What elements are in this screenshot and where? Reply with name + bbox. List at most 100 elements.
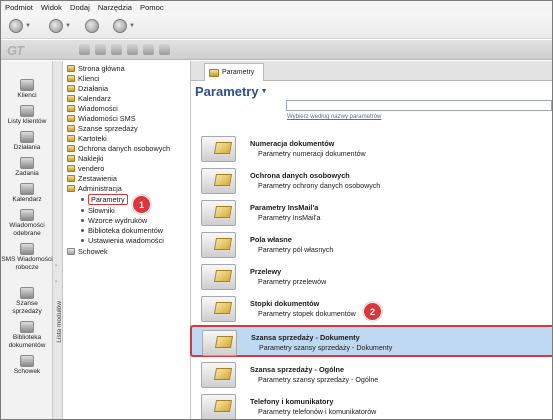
page-title-text: Parametry (195, 84, 259, 99)
quicknav-zadania[interactable]: Zadania (1, 157, 53, 178)
pencil-icon[interactable] (159, 44, 170, 55)
tree-subitem-parametry[interactable]: Parametry (81, 194, 128, 205)
group-icon[interactable] (127, 44, 138, 55)
tree-item-label: Ochrona danych osobowych (78, 144, 171, 153)
check-icon[interactable] (143, 44, 154, 55)
folder-icon (67, 145, 75, 152)
folder-icon (67, 65, 75, 72)
quicknav-kalendarz[interactable]: Kalendarz (1, 183, 53, 204)
new-button[interactable]: ▼ (9, 18, 31, 34)
quicknav-schowek[interactable]: Schowek (1, 355, 53, 376)
tree-item[interactable]: Strona główna (67, 64, 125, 73)
tree-item[interactable]: Szanse sprzedaży (67, 124, 138, 133)
item-description: Parametry stopek dokumentów (258, 310, 356, 318)
quicknav-dzialania[interactable]: Działania (1, 131, 53, 152)
folder-icon (67, 95, 75, 102)
quicknav-klienci[interactable]: Klienci (1, 79, 53, 100)
tree-item-label: Strona główna (78, 64, 125, 73)
folder-icon (67, 175, 75, 182)
tree-item-label: Schowek (78, 247, 108, 256)
library-icon (20, 321, 34, 333)
item-description: Parametry szansy sprzedaży - Dokumenty (259, 344, 393, 352)
list-item[interactable]: Pola własne Parametry pól własnych (191, 229, 552, 261)
tree-item[interactable]: Ochrona danych osobowych (67, 144, 170, 153)
tree-item-administracja[interactable]: Administracja (67, 184, 122, 193)
tree-item[interactable]: Naklejki (67, 154, 104, 163)
tab-parametry[interactable]: Parametry (204, 63, 264, 81)
clients-icon (20, 79, 34, 91)
menu-widok[interactable]: Widok (41, 3, 62, 12)
edit-icon (49, 19, 63, 33)
search-hint-link[interactable]: Wybierz według nazwy parametrów (287, 114, 381, 120)
list-item-selected[interactable]: Szansa sprzedaży - Dokumenty Parametry sz… (190, 325, 552, 357)
bullet-icon (81, 239, 84, 242)
tree-subitem[interactable]: Ustawienia wiadomości (81, 236, 164, 245)
expand-arrow-icon[interactable]: › (55, 279, 57, 285)
tree-item-label: Administracja (78, 184, 122, 193)
chevron-down-icon: ▼ (260, 88, 268, 95)
quicknav-sms[interactable]: SMS Wiadomości robocze (1, 243, 53, 271)
item-description: Parametry numeracji dokumentów (258, 150, 366, 158)
tree-item[interactable]: Zestawienia (67, 174, 117, 183)
folder-icon (67, 155, 75, 162)
quicknav-label: Szanse sprzedaży (12, 300, 42, 315)
menu-narzedzia[interactable]: Narzędzia (98, 3, 132, 12)
navigation-tree: Strona główna Klienci Działania Kalendar… (64, 61, 191, 419)
item-title: Pola własne (250, 235, 292, 244)
tree-subitem[interactable]: Wzorce wydruków (81, 216, 147, 225)
item-description: Parametry InsMail'a (258, 214, 321, 222)
list-item[interactable]: Numeracja dokumentów Parametry numeracji … (191, 133, 552, 165)
menu-pomoc[interactable]: Pomoc (140, 3, 164, 12)
tree-item[interactable]: Działania (67, 84, 108, 93)
tree-subitem[interactable]: Słowniki (81, 206, 115, 215)
parameters-icon (201, 200, 236, 226)
tree-item-label: vendero (78, 164, 105, 173)
tree-item-schowek[interactable]: Schowek (67, 247, 108, 256)
menu-dodaj[interactable]: Dodaj (70, 3, 90, 12)
help-button[interactable]: ▼ (113, 18, 135, 34)
tree-item[interactable]: Klienci (67, 74, 100, 83)
expand-arrow-icon[interactable]: › (55, 263, 57, 269)
edit-button[interactable]: ▼ (49, 18, 71, 34)
tree-item[interactable]: vendero (67, 164, 104, 173)
modules-collapse-bar[interactable] (53, 61, 63, 419)
calendar-icon (20, 183, 34, 195)
list-item[interactable]: Ochrona danych osobowych Parametry ochron… (191, 165, 552, 197)
page-title[interactable]: Parametry ▼ (195, 84, 268, 99)
tree-item[interactable]: Kartoteki (67, 134, 107, 143)
quicknav-label: Biblioteka dokumentów (8, 334, 46, 349)
item-description: Parametry pól własnych (258, 246, 334, 254)
item-title: Stopki dokumentów (250, 299, 320, 308)
quicknav-listy-klientow[interactable]: Listy klientów (1, 105, 53, 126)
quicknav-szanse[interactable]: Szanse sprzedaży (1, 287, 53, 315)
tree-subitem[interactable]: Biblioteka dokumentów (81, 226, 163, 235)
person-icon[interactable] (95, 44, 106, 55)
quicknav-wiadomosci[interactable]: Wiadomości odebrane (1, 209, 53, 237)
parameters-icon (201, 264, 236, 290)
quicknav-label: Schowek (13, 368, 41, 375)
parameters-icon (201, 168, 236, 194)
tree-item-label: Wiadomości (78, 104, 118, 113)
dropdown-arrow-icon: ▼ (25, 23, 31, 29)
search-input[interactable] (286, 100, 552, 111)
parameters-icon (201, 362, 236, 388)
person-add-icon[interactable] (111, 44, 122, 55)
list-item[interactable]: Telefony i komunikatory Parametry telefon… (191, 391, 552, 419)
menu-podmiot[interactable]: Podmiot (5, 3, 33, 12)
messages-icon (20, 209, 34, 221)
app-logo: GT (7, 43, 24, 58)
quicknav-biblioteka[interactable]: Biblioteka dokumentów (1, 321, 53, 349)
list-item[interactable]: Parametry InsMail'a Parametry InsMail'a (191, 197, 552, 229)
clipboard-icon (67, 248, 75, 255)
tree-item[interactable]: Kalendarz (67, 94, 111, 103)
people-icon[interactable] (79, 44, 90, 55)
quick-nav-panel: Klienci Listy klientów Działania Zadania… (1, 61, 53, 419)
tab-bar: Parametry (191, 61, 552, 81)
list-item[interactable]: Szansa sprzedaży - Ogólne Parametry szans… (191, 359, 552, 391)
tree-item[interactable]: Wiadomości SMS (67, 114, 136, 123)
list-item[interactable]: Przelewy Parametry przelewów (191, 261, 552, 293)
refresh-button[interactable] (85, 18, 107, 34)
tree-item-label: Kalendarz (78, 94, 111, 103)
tree-item[interactable]: Wiadomości (67, 104, 118, 113)
tree-item-label: Kartoteki (78, 134, 107, 143)
